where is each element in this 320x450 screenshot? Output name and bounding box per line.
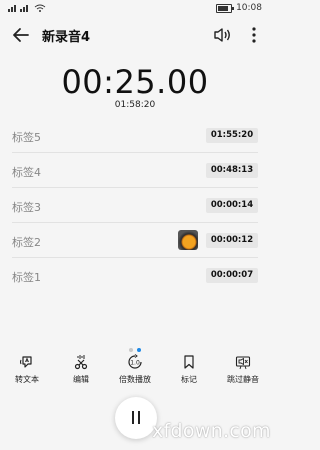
pause-icon	[132, 411, 134, 424]
tool-label: 转文本	[15, 375, 39, 384]
tag-timestamp[interactable]: 00:00:12	[206, 233, 258, 248]
tag-list: 标签5 01:55:20 标签4 00:48:13 标签3 00:00:14 标…	[0, 118, 270, 292]
speech-to-text-icon	[20, 356, 32, 368]
tag-label: 标签3	[12, 201, 41, 214]
tag-label: 标签4	[12, 166, 41, 179]
tag-label: 标签5	[12, 131, 41, 144]
edit-button[interactable]: 编辑	[54, 350, 108, 390]
tool-label: 编辑	[73, 375, 89, 384]
bookmark-icon	[184, 355, 194, 369]
skip-silence-icon	[235, 356, 251, 370]
tag-timestamp[interactable]: 01:55:20	[206, 128, 258, 143]
clock: 10:08	[236, 3, 262, 13]
tag-row[interactable]: 标签5 01:55:20	[12, 118, 258, 153]
tag-row[interactable]: 标签2 00:00:12	[12, 223, 258, 258]
status-right: 10:08	[216, 3, 262, 13]
tag-timestamp[interactable]: 00:48:13	[206, 163, 258, 178]
tag-timestamp[interactable]: 00:00:07	[206, 268, 258, 283]
svg-text:1.0: 1.0	[130, 360, 140, 367]
playback-speed-button[interactable]: 1.0 倍数播放	[108, 350, 162, 390]
tag-photo-thumbnail[interactable]	[178, 230, 198, 250]
signal-icon	[8, 4, 46, 12]
tool-label: 倍数播放	[119, 375, 151, 384]
signal-indicators	[8, 3, 52, 16]
elapsed-timer: 00:25.00	[61, 63, 209, 101]
tag-label: 标签1	[12, 271, 41, 284]
more-options-icon[interactable]	[246, 25, 262, 45]
watermark: xfdown.com	[152, 420, 271, 442]
battery-icon	[216, 3, 235, 13]
tag-label: 标签2	[12, 236, 41, 249]
pause-button[interactable]	[115, 397, 157, 439]
tag-row[interactable]: 标签4 00:48:13	[12, 153, 258, 188]
mark-button[interactable]: 标记	[162, 350, 216, 390]
playback-speed-icon: 1.0	[128, 354, 142, 369]
back-arrow-icon[interactable]	[10, 24, 32, 46]
speech-to-text-button[interactable]: 转文本	[0, 350, 54, 390]
tag-row[interactable]: 标签1 00:00:07	[12, 258, 258, 292]
tool-label: 跳过静音	[227, 375, 259, 384]
tag-row[interactable]: 标签3 00:00:14	[12, 188, 258, 223]
page-title: 新录音4	[42, 30, 91, 45]
status-bar: 10:08	[0, 0, 270, 18]
tool-label: 标记	[181, 375, 197, 384]
speaker-icon[interactable]	[212, 25, 232, 45]
tag-timestamp[interactable]: 00:00:14	[206, 198, 258, 213]
scissors-icon	[74, 355, 88, 370]
bottom-toolbar: 转文本 编辑 1.0 倍数播放 标记 跳过静音	[0, 350, 270, 390]
total-duration: 01:58:20	[114, 100, 156, 110]
app-bar: 新录音4	[0, 20, 270, 50]
pause-icon	[138, 411, 140, 424]
skip-silence-button[interactable]: 跳过静音	[216, 350, 270, 390]
